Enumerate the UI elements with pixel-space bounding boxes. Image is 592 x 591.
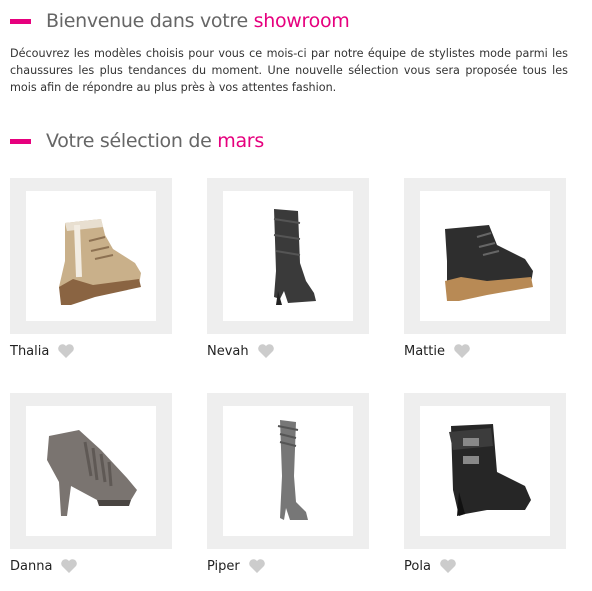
product-caption: Thalia xyxy=(10,343,170,359)
product-card[interactable]: Piper xyxy=(207,393,369,574)
shoe-icon xyxy=(445,225,533,301)
heart-icon[interactable] xyxy=(257,343,275,359)
selection-title-prefix: Votre sélection de xyxy=(46,130,218,152)
product-image-frame[interactable] xyxy=(10,393,172,549)
product-image[interactable] xyxy=(223,191,353,321)
heart-icon[interactable] xyxy=(439,558,457,574)
title-accent-bar xyxy=(10,18,31,24)
product-card[interactable]: Pola xyxy=(404,393,566,574)
welcome-intro: Découvrez les modèles choisis pour vous … xyxy=(10,47,568,94)
selection-title-accent: mars xyxy=(217,130,264,152)
product-name[interactable]: Danna xyxy=(10,559,52,574)
heart-icon[interactable] xyxy=(453,343,471,359)
heart-icon[interactable] xyxy=(60,558,78,574)
product-card[interactable]: Nevah xyxy=(207,178,369,359)
product-image[interactable] xyxy=(223,406,353,536)
shoe-icon xyxy=(277,420,308,520)
product-image[interactable] xyxy=(26,191,156,321)
heart-icon[interactable] xyxy=(57,343,75,359)
product-card[interactable]: Mattie xyxy=(404,178,566,359)
shoe-icon xyxy=(449,424,531,516)
heart-icon[interactable] xyxy=(248,558,266,574)
product-image-frame[interactable] xyxy=(10,178,172,334)
shoe-icon xyxy=(47,430,137,516)
product-name[interactable]: Thalia xyxy=(10,344,49,359)
welcome-title-accent: showroom xyxy=(253,10,350,32)
product-image[interactable] xyxy=(420,406,550,536)
selection-title: Votre sélection de mars xyxy=(10,130,264,152)
product-card[interactable]: Danna xyxy=(10,393,172,574)
product-image-frame[interactable] xyxy=(404,178,566,334)
product-caption: Piper xyxy=(207,558,367,574)
product-caption: Danna xyxy=(10,558,170,574)
product-caption: Pola xyxy=(404,558,564,574)
product-image-frame[interactable] xyxy=(404,393,566,549)
product-name[interactable]: Mattie xyxy=(404,344,445,359)
product-name[interactable]: Piper xyxy=(207,559,240,574)
product-name[interactable]: Nevah xyxy=(207,344,249,359)
title-accent-bar xyxy=(10,138,31,144)
shoe-icon xyxy=(59,219,141,305)
product-image-frame[interactable] xyxy=(207,393,369,549)
welcome-title: Bienvenue dans votre showroom xyxy=(10,10,350,32)
product-caption: Mattie xyxy=(404,343,564,359)
product-image[interactable] xyxy=(26,406,156,536)
product-caption: Nevah xyxy=(207,343,367,359)
welcome-title-prefix: Bienvenue dans votre xyxy=(46,10,254,32)
product-image[interactable] xyxy=(420,191,550,321)
product-card[interactable]: Thalia xyxy=(10,178,172,359)
product-image-frame[interactable] xyxy=(207,178,369,334)
shoe-icon xyxy=(273,209,316,305)
product-name[interactable]: Pola xyxy=(404,559,431,574)
